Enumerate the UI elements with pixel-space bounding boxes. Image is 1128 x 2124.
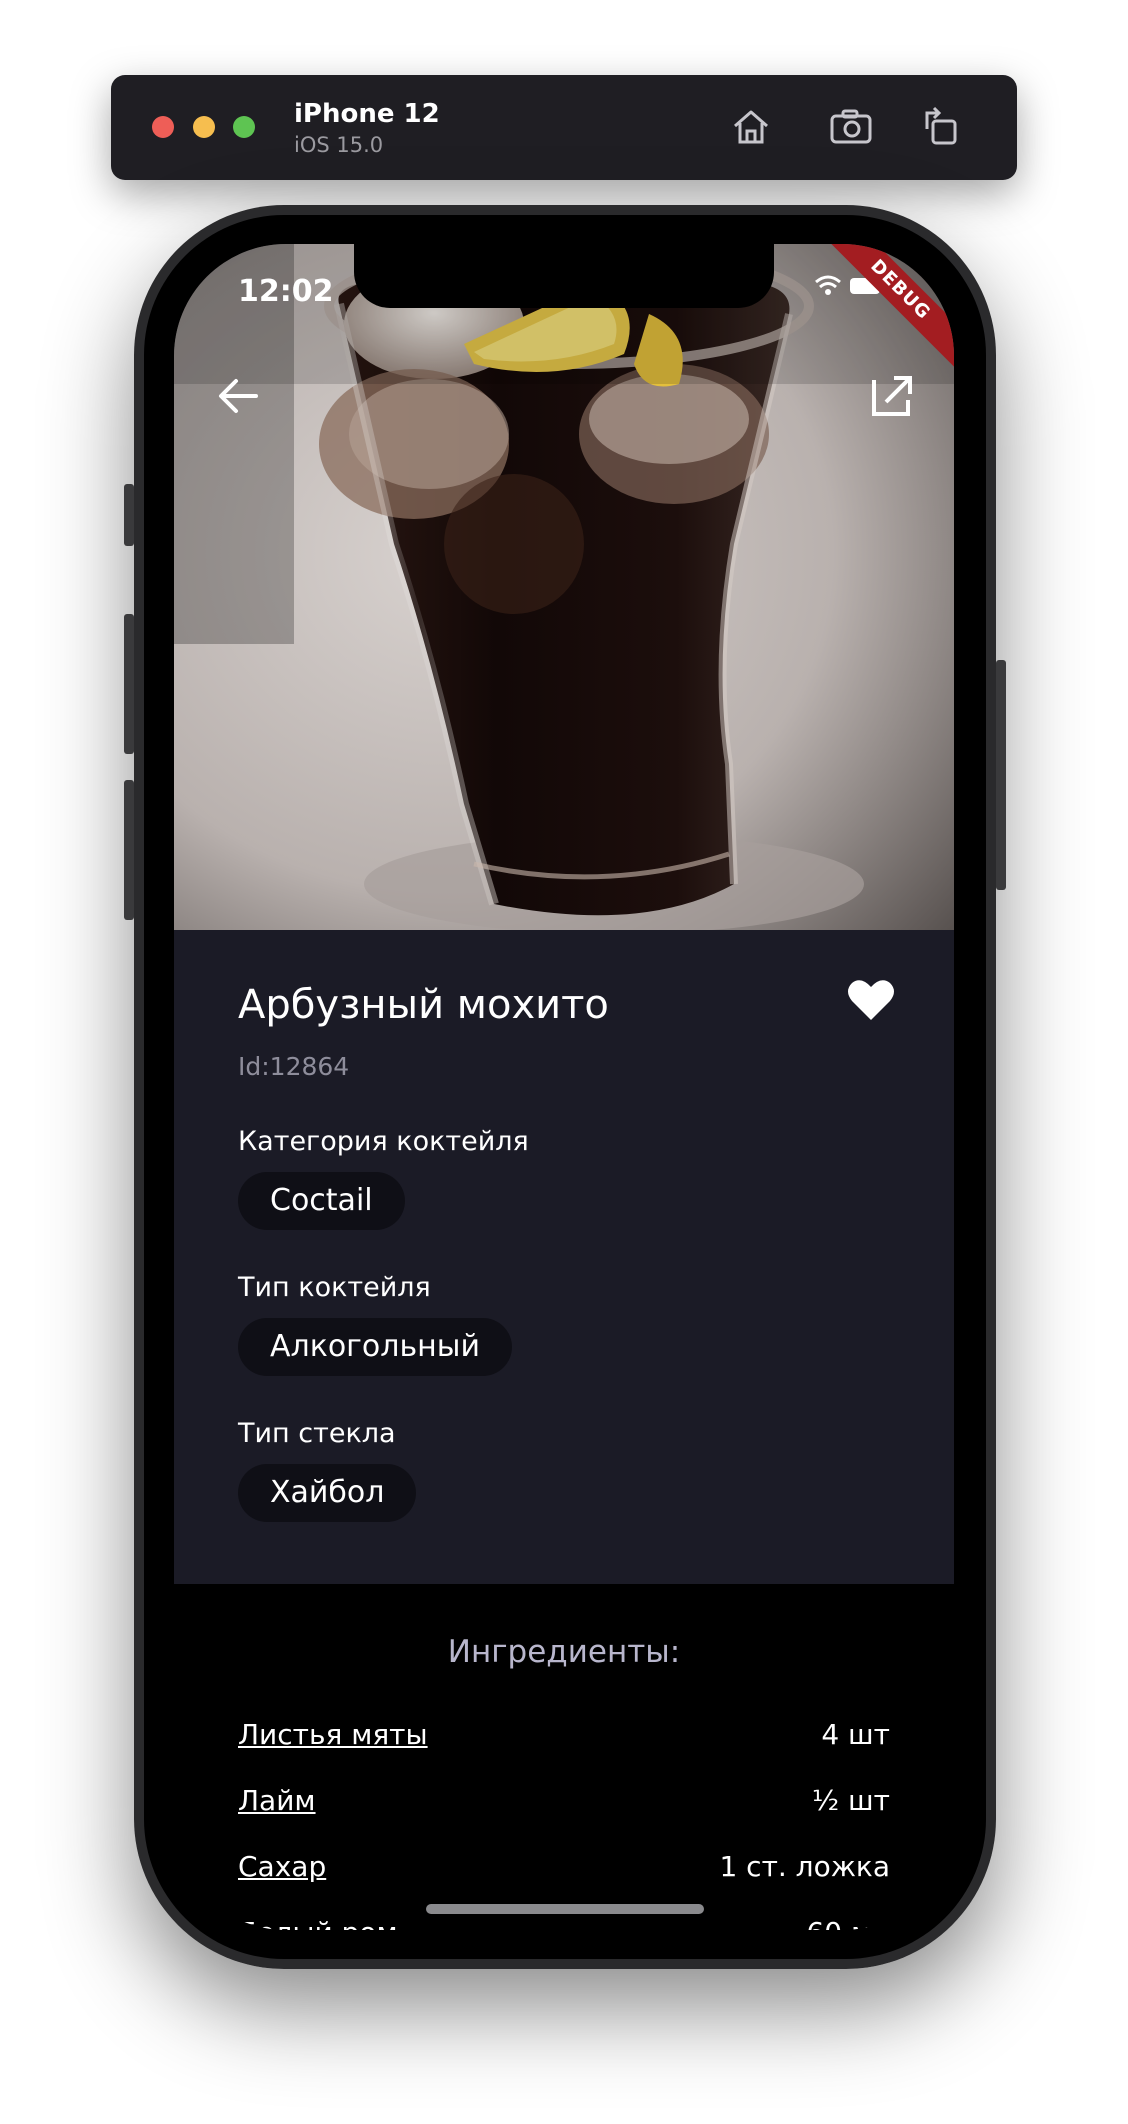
ingredient-quantity: 1 ст. ложка — [719, 1850, 890, 1883]
power-button — [996, 660, 1006, 890]
phone-screen: 12:02 DEBUG Арбузный мохито Id:12864 Кат… — [174, 244, 954, 1930]
ingredient-name-link[interactable]: Листья мяты — [238, 1718, 428, 1751]
favorite-heart-icon[interactable] — [846, 978, 896, 1022]
screenshot-icon[interactable] — [827, 103, 875, 151]
ingredient-quantity: ½ шт — [812, 1784, 890, 1817]
glass-type-chip: Хайбол — [238, 1464, 417, 1522]
ingredient-row: Листья мяты 4 шт — [238, 1718, 890, 1758]
home-indicator[interactable] — [426, 1904, 704, 1914]
close-window-button[interactable] — [152, 116, 174, 138]
notch — [354, 244, 774, 308]
status-time: 12:02 — [238, 274, 334, 309]
ingredient-row: Лайм ½ шт — [238, 1784, 890, 1824]
ingredient-name-link[interactable]: Лайм — [238, 1784, 316, 1817]
open-external-icon[interactable] — [866, 370, 918, 422]
drink-title: Арбузный мохито — [238, 982, 609, 1028]
os-version: iOS 15.0 — [294, 133, 384, 157]
ingredient-quantity: 4 шт — [821, 1718, 890, 1751]
drink-info-card: Арбузный мохито Id:12864 Категория кокте… — [174, 930, 954, 1584]
volume-down-button — [124, 780, 134, 920]
category-chip: Coctail — [238, 1172, 405, 1230]
minimize-window-button[interactable] — [193, 116, 215, 138]
wifi-icon — [815, 275, 841, 295]
ingredients-title: Ингредиенты: — [447, 1634, 681, 1670]
back-arrow-icon[interactable] — [210, 368, 266, 424]
device-name: iPhone 12 — [294, 99, 440, 129]
drink-photo — [174, 244, 954, 930]
zoom-window-button[interactable] — [233, 116, 255, 138]
simulator-toolbar: iPhone 12 iOS 15.0 — [111, 75, 1017, 180]
ingredient-row: Белый ром 60 мл — [238, 1916, 890, 1930]
ingredient-name-link[interactable]: Сахар — [238, 1850, 326, 1883]
rotate-icon[interactable] — [917, 103, 965, 151]
ingredient-row: Сахар 1 ст. ложка — [238, 1850, 890, 1890]
glass-type-label: Тип стекла — [238, 1418, 396, 1449]
ingredient-name-link[interactable]: Белый ром — [238, 1916, 398, 1930]
drink-type-chip: Алкогольный — [238, 1318, 512, 1376]
home-icon[interactable] — [727, 103, 775, 151]
category-label: Категория коктейля — [238, 1126, 529, 1157]
volume-up-button — [124, 614, 134, 754]
mute-switch — [124, 484, 134, 546]
ingredient-quantity: 60 мл — [806, 1916, 890, 1930]
drink-type-label: Тип коктейля — [238, 1272, 431, 1303]
drink-id: Id:12864 — [238, 1052, 350, 1081]
